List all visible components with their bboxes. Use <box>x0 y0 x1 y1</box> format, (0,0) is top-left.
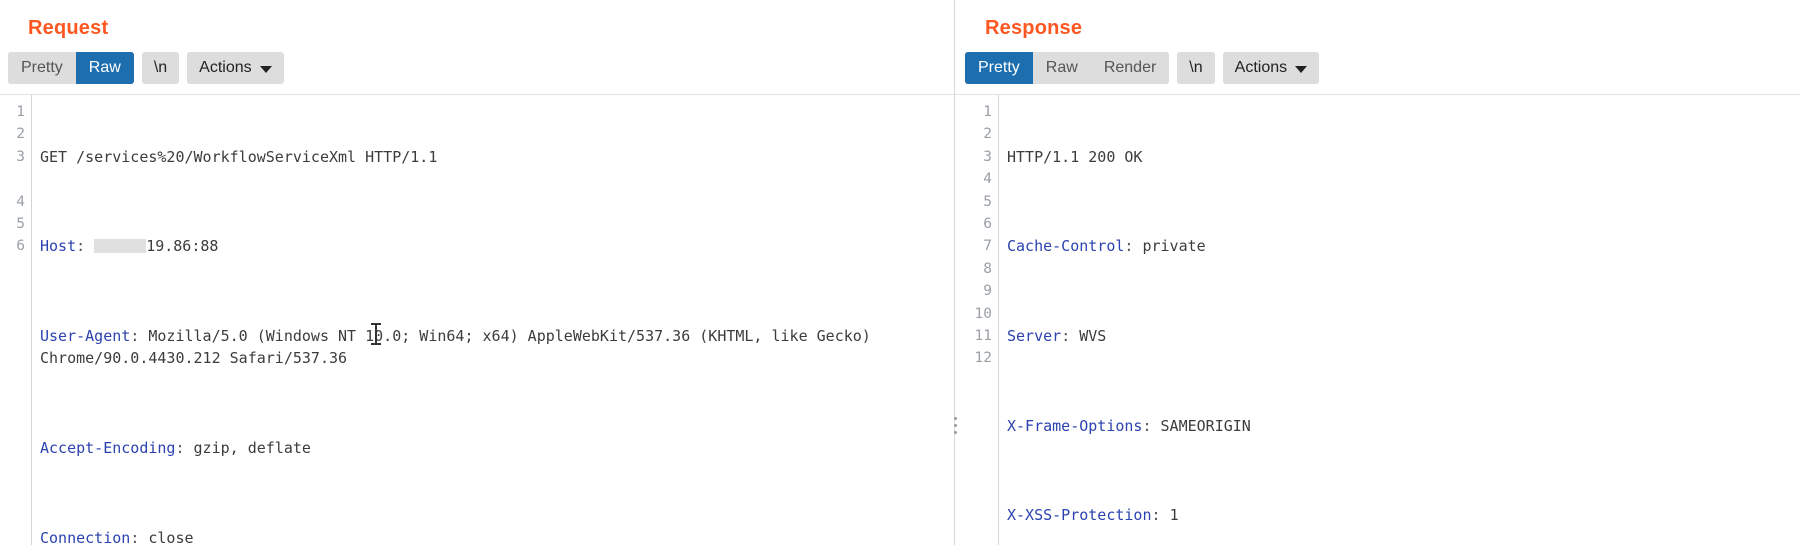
response-line-numbers: 1 2 3 4 5 6 7 8 9 10 11 12 <box>955 95 999 545</box>
header-value-host: 19.86:88 <box>146 237 219 256</box>
response-newline-toggle[interactable]: \n <box>1177 52 1215 84</box>
line-number: 11 <box>974 327 992 344</box>
drag-dot <box>953 423 957 427</box>
header-value-accept-encoding: gzip, deflate <box>193 439 311 458</box>
code-line-request-5: Connection: close <box>40 527 954 545</box>
header-name-server: Server <box>1007 327 1062 346</box>
response-tab-render[interactable]: Render <box>1090 52 1170 84</box>
code-line-response-4: X-Frame-Options: SAMEORIGIN <box>1007 415 1800 437</box>
line-number: 3 <box>983 148 992 165</box>
line-number: 8 <box>983 260 992 277</box>
line-number: 2 <box>983 126 992 143</box>
request-line-numbers: 1 2 3 4 5 6 <box>0 95 32 545</box>
code-line-request-3: User-Agent: Mozilla/5.0 (Windows NT 10.0… <box>40 325 954 370</box>
line-number: 7 <box>983 238 992 255</box>
line-number-continuation <box>955 437 992 459</box>
line-number: 5 <box>983 193 992 210</box>
request-newline-toggle[interactable]: \n <box>141 52 180 84</box>
header-value-user-agent: Mozilla/5.0 (Windows NT 10.0; Win64; x64… <box>148 327 871 346</box>
line-number: 4 <box>983 171 992 188</box>
header-name-accept-encoding: Accept-Encoding <box>40 439 176 458</box>
request-tab-pretty[interactable]: Pretty <box>8 52 76 84</box>
response-status-line: HTTP/1.1 200 OK <box>1007 147 1143 166</box>
request-panel-title: Request <box>28 17 109 39</box>
http-message-viewer: Request Pretty Raw \n Actions 1 2 3 4 5 … <box>0 0 1800 545</box>
request-view-mode-group[interactable]: Pretty Raw <box>8 52 134 84</box>
response-panel-title: Response <box>985 17 1083 39</box>
code-line-request-1: GET /services%20/WorkflowServiceXml HTTP… <box>40 146 954 168</box>
line-number-continuation <box>955 414 992 436</box>
chevron-down-icon <box>259 65 272 73</box>
response-tab-pretty[interactable]: Pretty <box>965 52 1033 84</box>
code-line-request-2: Host: 19.86:88 <box>40 235 954 257</box>
header-colon: : <box>1151 506 1170 525</box>
response-editor[interactable]: 1 2 3 4 5 6 7 8 9 10 11 12 HTTP/1.1 200 … <box>955 94 1800 545</box>
response-actions-label: Actions <box>1234 59 1288 76</box>
response-actions-button[interactable]: Actions <box>1222 52 1320 84</box>
line-number: 10 <box>974 305 992 322</box>
chevron-down-icon <box>1295 65 1308 73</box>
request-tab-raw[interactable]: Raw <box>75 52 134 84</box>
header-colon: : <box>130 327 149 346</box>
text-cursor <box>371 323 381 345</box>
header-value-user-agent-continued: Chrome/90.0.4430.212 Safari/537.36 <box>40 349 348 368</box>
request-toolbar: Pretty Raw \n Actions <box>0 46 954 94</box>
line-number-continuation <box>955 392 992 414</box>
line-number: 12 <box>974 350 992 367</box>
response-view-mode-group[interactable]: Pretty Raw Render <box>965 52 1170 84</box>
header-name-user-agent: User-Agent <box>40 327 131 346</box>
line-number-continuation <box>0 168 25 190</box>
header-name-host: Host <box>40 237 77 256</box>
code-line-response-2: Cache-Control: private <box>1007 235 1800 257</box>
header-value-connection: close <box>148 528 194 545</box>
header-colon: : <box>1124 237 1143 256</box>
request-code[interactable]: GET /services%20/WorkflowServiceXml HTTP… <box>32 95 954 545</box>
header-value-cache-control: private <box>1142 237 1206 256</box>
header-value-server: WVS <box>1079 327 1107 346</box>
line-number-continuation <box>955 370 992 392</box>
panel-split-drag-handle[interactable] <box>950 405 960 445</box>
header-name-cache-control: Cache-Control <box>1007 237 1125 256</box>
header-name-x-xss-protection: X-XSS-Protection <box>1007 506 1152 525</box>
code-line-request-4: Accept-Encoding: gzip, deflate <box>40 437 954 459</box>
header-colon: : <box>76 237 95 256</box>
code-line-response-3: Server: WVS <box>1007 325 1800 347</box>
response-toolbar: Pretty Raw Render \n Actions <box>955 46 1800 94</box>
header-colon: : <box>130 528 149 545</box>
response-tab-raw[interactable]: Raw <box>1032 52 1091 84</box>
header-value-x-frame-options: SAMEORIGIN <box>1160 416 1251 435</box>
response-code[interactable]: HTTP/1.1 200 OK Cache-Control: private S… <box>999 95 1800 545</box>
line-number: 1 <box>983 104 992 120</box>
request-panel: Request Pretty Raw \n Actions 1 2 3 4 5 … <box>0 0 955 545</box>
code-line-response-1: HTTP/1.1 200 OK <box>1007 146 1800 168</box>
drag-dot <box>953 416 957 420</box>
line-number: 6 <box>16 238 25 255</box>
request-editor[interactable]: 1 2 3 4 5 6 GET /services%20/WorkflowSer… <box>0 94 954 545</box>
request-actions-button[interactable]: Actions <box>187 52 284 84</box>
line-number: 6 <box>983 215 992 232</box>
header-name-x-frame-options: X-Frame-Options <box>1007 416 1143 435</box>
request-actions-label: Actions <box>199 59 252 76</box>
drag-dot <box>953 430 957 434</box>
request-start-line: GET /services%20/WorkflowServiceXml HTTP… <box>40 147 438 166</box>
header-colon: : <box>1061 327 1080 346</box>
header-value-x-xss-protection: 1 <box>1169 506 1179 525</box>
line-number: 1 <box>16 104 25 120</box>
line-number: 4 <box>16 193 25 210</box>
line-number: 5 <box>16 215 25 232</box>
redacted-host-block <box>94 239 147 254</box>
header-name-connection: Connection <box>40 528 131 545</box>
header-colon: : <box>175 439 194 458</box>
header-colon: : <box>1142 416 1161 435</box>
response-panel: Response Pretty Raw Render \n Actions 1 … <box>955 0 1800 545</box>
line-number: 9 <box>983 283 992 300</box>
line-number: 3 <box>16 148 25 165</box>
code-line-response-5: X-XSS-Protection: 1 <box>1007 504 1800 526</box>
line-number: 2 <box>16 126 25 143</box>
